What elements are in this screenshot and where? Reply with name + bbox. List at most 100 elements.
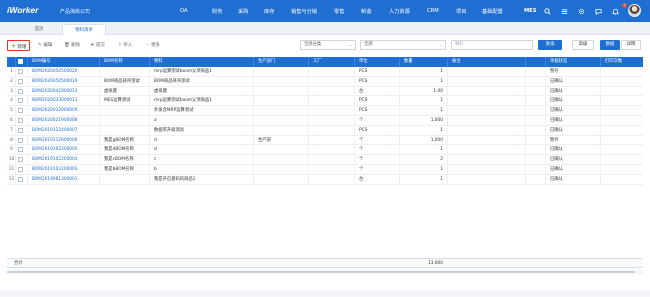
nav-item-inventory[interactable]: 库存	[264, 8, 274, 15]
avatar[interactable]	[628, 4, 641, 17]
nav-item-hr[interactable]: 人力资源	[389, 8, 410, 15]
table-row[interactable]: 10 BOM2019102200004 我是cBOM名称 c 个 2 已确认	[7, 155, 643, 165]
print-count	[605, 165, 641, 174]
column-header-factory[interactable]: 工厂	[313, 57, 322, 67]
production-dept	[258, 87, 306, 96]
nav-item-basic-config[interactable]: 基础配置	[482, 8, 503, 15]
row-checkbox[interactable]	[18, 167, 23, 172]
mes-link[interactable]: MES	[524, 8, 536, 14]
bom-code-link[interactable]: BOM2020050500019	[32, 77, 98, 86]
import-label: 导入	[123, 43, 133, 48]
search-input[interactable]: 物料	[451, 40, 533, 50]
table-row[interactable]: 3 BOM2020042000013 虚拟键 虚拟键 台 1.00 已确认	[7, 86, 643, 97]
column-header-bom-code[interactable]: BOM编号	[32, 57, 51, 67]
bom-code-link[interactable]: BOM2020021900008	[32, 116, 98, 125]
row-checkbox[interactable]	[18, 98, 23, 104]
quantity: 1	[440, 108, 443, 114]
table-row[interactable]: 5 BOM2020032000009 外发含MRP运算测试 PCS 1 已确认	[7, 106, 643, 116]
nav-item-sales[interactable]: 销售与分销	[291, 8, 317, 15]
unit: 个	[359, 147, 364, 153]
add-label: 新增	[17, 45, 27, 50]
bom-code-link[interactable]: BOM2020032000009	[32, 106, 98, 115]
nav-item-manufacturing[interactable]: 制造	[361, 8, 371, 15]
table-row[interactable]: 2 BOM2020050500019 BOM商品排序测试 BOM商品排序测试 PCS 1 已…	[7, 76, 643, 87]
material: 数据库升级测试	[154, 127, 185, 133]
remark	[452, 136, 522, 145]
bell-icon[interactable]	[611, 7, 619, 15]
add-button[interactable]: + 新增	[7, 40, 31, 51]
advanced-button[interactable]: 高级	[572, 40, 594, 50]
view-data-button[interactable]: 数据	[600, 40, 620, 50]
bom-code-link[interactable]: BOM2020042000013	[32, 87, 98, 96]
edit-button[interactable]: ✎ 编辑	[38, 40, 52, 51]
delete-button[interactable]: 🗑 删除	[64, 40, 80, 51]
table-row[interactable]: 7 BOM2019122400007 数据库升级测试 PCS 1 已确认	[7, 125, 643, 136]
nav-item-crm[interactable]: CRM	[427, 8, 439, 14]
column-header-qty[interactable]: 数量	[404, 57, 413, 67]
status-badge: 已确认	[550, 98, 563, 104]
tab-bom-list[interactable]: 物料清单	[62, 24, 106, 35]
row-checkbox[interactable]	[18, 176, 23, 182]
column-header-dept[interactable]: 生产部门	[258, 57, 275, 67]
horizontal-scrollbar[interactable]	[7, 270, 643, 274]
tab-home[interactable]: 首页	[20, 24, 58, 35]
table-row[interactable]: 12 BOM2019081300001 我是开启基码的商品1 台 1 已确认	[7, 174, 643, 185]
column-header-unit[interactable]: 单位	[359, 57, 368, 67]
row-checkbox[interactable]	[18, 137, 23, 143]
search-icon[interactable]	[543, 7, 551, 15]
nav-item-oa[interactable]: OA	[180, 8, 188, 14]
row-checkbox[interactable]	[18, 157, 23, 163]
table-row[interactable]: 1 BOM2020050500020 mrp运算测试boom父项商品1 PCS 1 暂存	[7, 67, 643, 77]
view-detail-button[interactable]: 详情	[621, 40, 641, 50]
scope-select[interactable]: 全部 ⌄	[360, 40, 446, 50]
scrollbar-thumb[interactable]	[7, 271, 635, 273]
row-checkbox[interactable]	[18, 147, 23, 153]
nav-item-project[interactable]: 项目	[456, 8, 466, 15]
bom-code-link[interactable]: BOM2019122400007	[32, 126, 98, 135]
nav-item-retail[interactable]: 零售	[334, 8, 344, 15]
bom-code-link[interactable]: BOM2019081300001	[32, 175, 98, 184]
message-icon[interactable]	[594, 7, 602, 15]
nav-item-purchase[interactable]: 采购	[238, 8, 248, 15]
row-checkbox[interactable]	[18, 88, 23, 94]
column-header-status[interactable]: 单据状态	[550, 57, 567, 67]
bom-code-link[interactable]: BOM2019102200005	[32, 145, 98, 154]
category-select-value: 全部分类	[304, 42, 322, 47]
status-badge: 已确认	[550, 167, 563, 172]
bom-code-link[interactable]: BOM2019112600006	[32, 136, 98, 145]
toolbar: + 新增 ✎ 编辑 🗑 删除 ⎆ 提交 ⇪ 导入 ⋯ 更多 全部分类 ⌄ 全部 …	[0, 36, 650, 55]
row-checkbox[interactable]	[18, 78, 23, 84]
nav-item-finance[interactable]: 财务	[212, 8, 222, 15]
column-header-print-count[interactable]: 打印次数	[605, 57, 622, 67]
bom-code-link[interactable]: BOM2019102200004	[32, 155, 98, 164]
bom-code-link[interactable]: BOM2019102200003	[32, 165, 98, 174]
bom-name: 我是gBOM名称	[104, 137, 134, 143]
table-row[interactable]: 9 BOM2019102200005 我是dBOM名称 d 个 1 已确认	[7, 145, 643, 156]
status-strip	[0, 290, 650, 297]
bom-code-link[interactable]: BOM2020050500020	[32, 67, 98, 76]
print-count	[605, 126, 641, 135]
query-button[interactable]: 查询	[538, 40, 562, 50]
table-row[interactable]: 4 BOM2020033000011 MES运算测试 mrp运算测试boom父项商品1…	[7, 96, 643, 107]
unit: PCS	[359, 108, 368, 114]
row-checkbox[interactable]	[18, 118, 23, 123]
column-header-bom-name[interactable]: BOM名称	[104, 57, 123, 67]
scope-select-value: 全部	[364, 42, 373, 47]
bom-code-link[interactable]: BOM2020033000011	[32, 96, 98, 105]
column-header-remark[interactable]: 备注	[452, 57, 461, 67]
select-all-checkbox[interactable]	[18, 59, 23, 64]
table-row[interactable]: 8 BOM2019112600006 我是gBOM名称 d 生产部 个 1,000 暂存	[7, 135, 643, 146]
category-select[interactable]: 全部分类 ⌄	[300, 40, 356, 50]
settings-icon[interactable]	[577, 7, 585, 15]
table-row[interactable]: 11 BOM2019102200003 我是bBOM名称 b 个 1 已确认	[7, 165, 643, 175]
row-checkbox[interactable]	[18, 127, 23, 133]
menu-icon[interactable]	[560, 7, 568, 15]
table-row[interactable]: 6 BOM2020021900008 a 个 1,000 已确认	[7, 116, 643, 126]
row-checkbox[interactable]	[18, 69, 23, 74]
row-checkbox[interactable]	[18, 108, 23, 114]
more-button[interactable]: ⋯ 更多	[145, 40, 160, 51]
footer-total-label: 合计	[14, 261, 23, 266]
column-header-material[interactable]: 物料	[154, 57, 163, 67]
submit-button[interactable]: ⎆ 提交	[91, 40, 105, 51]
import-button[interactable]: ⇪ 导入	[118, 40, 132, 51]
